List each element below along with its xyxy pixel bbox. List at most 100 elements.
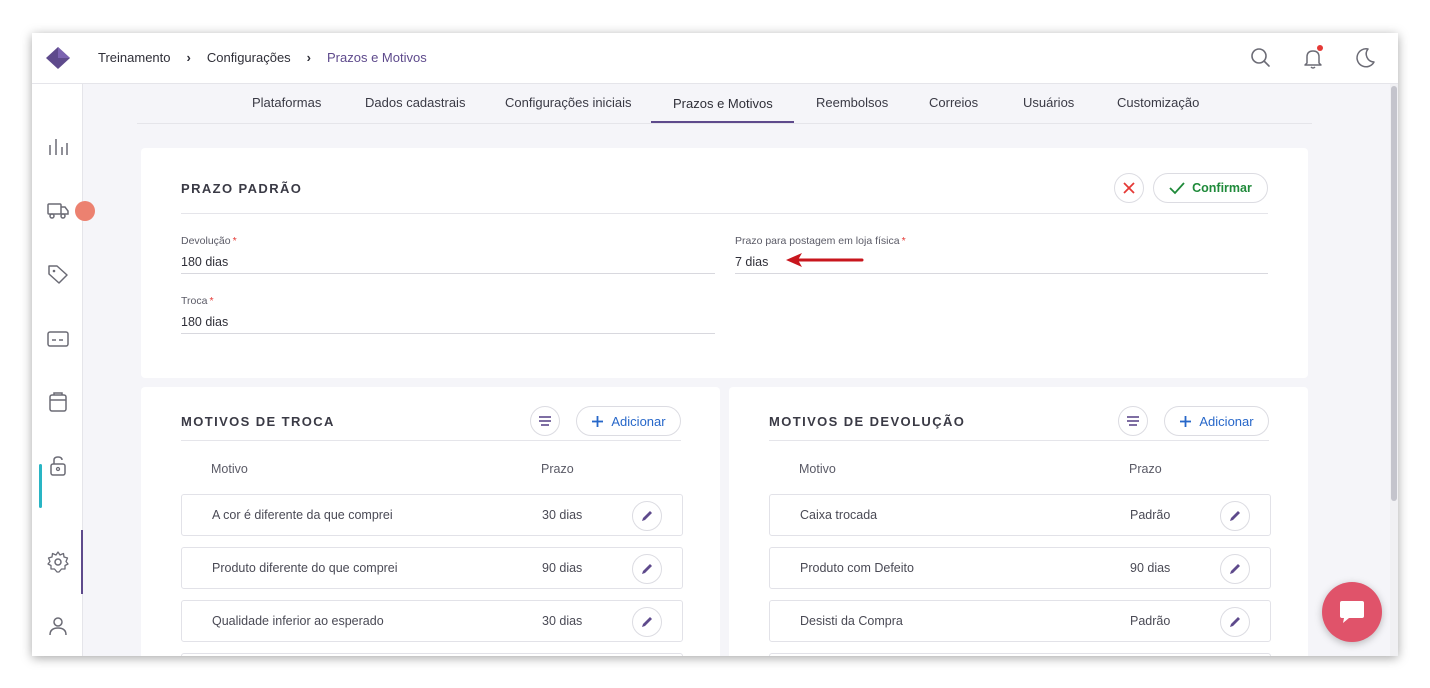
search-icon[interactable] (1248, 45, 1274, 71)
scrollbar[interactable] (1390, 84, 1398, 656)
column-header-prazo: Prazo (1129, 462, 1162, 476)
chat-button[interactable] (1322, 582, 1382, 642)
add-label: Adicionar (611, 413, 666, 429)
loja-fisica-label: Prazo para postagem em loja física * (735, 235, 906, 247)
row-motivo: Qualidade inferior ao esperado (212, 614, 384, 628)
edit-button[interactable] (1220, 501, 1250, 531)
annotation-arrow-icon (786, 253, 864, 267)
chart-icon[interactable] (46, 135, 70, 159)
top-bar: Treinamento › Configurações › Prazos e M… (32, 33, 1398, 84)
table-row: Produto diferente do que comprei 90 dias (181, 547, 683, 589)
sidebar-active-indicator (39, 464, 42, 508)
add-devolucao-button[interactable]: Adicionar (1164, 406, 1269, 436)
table-row: Caixa trocada Padrão (769, 494, 1271, 536)
breadcrumb-item-current: Prazos e Motivos (327, 50, 427, 65)
scrollbar-thumb[interactable] (1391, 86, 1397, 501)
motivos-troca-card: MOTIVOS DE TROCA Adicionar Motivo Prazo … (141, 387, 720, 656)
active-tab-underline (651, 121, 794, 123)
pencil-icon (642, 617, 652, 627)
loja-fisica-underline (735, 273, 1268, 274)
bell-icon[interactable] (1300, 45, 1326, 71)
breadcrumb-item-treinamento[interactable]: Treinamento (98, 50, 171, 65)
tab-correios[interactable]: Correios (929, 95, 978, 110)
row-prazo: 90 dias (542, 561, 583, 575)
column-header-motivo: Motivo (799, 462, 836, 476)
troca-underline (181, 333, 715, 334)
box-icon[interactable] (46, 390, 70, 414)
divider (769, 440, 1269, 441)
row-prazo: 90 dias (1130, 561, 1171, 575)
tab-reembolsos[interactable]: Reembolsos (816, 95, 888, 110)
pencil-icon (1230, 511, 1240, 521)
tab-dados-cadastrais[interactable]: Dados cadastrais (365, 95, 465, 110)
card-icon[interactable] (46, 327, 70, 351)
motivos-devolucao-card: MOTIVOS DE DEVOLUÇÃO Adicionar Motivo Pr… (729, 387, 1308, 656)
table-row (181, 653, 683, 656)
table-row: Produto com Defeito 90 dias (769, 547, 1271, 589)
pencil-icon (1230, 617, 1240, 627)
divider (181, 440, 681, 441)
moon-icon[interactable] (1352, 45, 1378, 71)
edit-button[interactable] (1220, 607, 1250, 637)
devolucao-underline (181, 273, 715, 274)
row-prazo: 30 dias (542, 508, 583, 522)
tab-customizacao[interactable]: Customização (1117, 95, 1199, 110)
sidebar (32, 84, 83, 656)
row-motivo: Desisti da Compra (800, 614, 903, 628)
breadcrumb-item-configuracoes[interactable]: Configurações (207, 50, 291, 65)
reorder-button[interactable] (530, 406, 560, 436)
column-header-motivo: Motivo (211, 462, 248, 476)
check-icon (1169, 182, 1185, 195)
table-row (769, 653, 1271, 656)
tag-icon[interactable] (46, 262, 70, 286)
devolucao-field[interactable]: 180 dias (181, 255, 228, 269)
user-icon[interactable] (46, 614, 70, 638)
tab-prazos-e-motivos[interactable]: Prazos e Motivos (673, 96, 773, 111)
devolucao-label: Devolução * (181, 235, 237, 247)
pencil-icon (642, 511, 652, 521)
notification-badge (75, 201, 95, 221)
edit-button[interactable] (632, 554, 662, 584)
app-logo-icon[interactable] (46, 47, 70, 69)
table-row: A cor é diferente da que comprei 30 dias (181, 494, 683, 536)
edit-button[interactable] (632, 501, 662, 531)
troca-label: Troca * (181, 295, 214, 307)
row-motivo: A cor é diferente da que comprei (212, 508, 393, 522)
add-troca-button[interactable]: Adicionar (576, 406, 681, 436)
pencil-icon (642, 564, 652, 574)
breadcrumb: Treinamento › Configurações › Prazos e M… (98, 50, 427, 65)
divider (181, 213, 1268, 214)
plus-icon (592, 415, 604, 427)
settings-tabs: Plataformas Dados cadastrais Configuraçõ… (137, 84, 1312, 124)
lock-icon[interactable] (46, 454, 70, 478)
chat-bubble-icon (1340, 601, 1364, 623)
loja-fisica-field[interactable]: 7 dias (735, 255, 768, 269)
prazo-padrao-card: PRAZO PADRÃO Confirmar Devolução * 180 di… (141, 148, 1308, 378)
app-window: Treinamento › Configurações › Prazos e M… (32, 33, 1398, 656)
edit-button[interactable] (1220, 554, 1250, 584)
motivos-devolucao-title: MOTIVOS DE DEVOLUÇÃO (769, 414, 966, 429)
breadcrumb-chevron-icon: › (186, 50, 191, 65)
sidebar-selected-indicator (81, 530, 83, 594)
plus-icon (1180, 415, 1192, 427)
truck-icon[interactable] (46, 198, 70, 222)
row-prazo: 30 dias (542, 614, 583, 628)
column-header-prazo: Prazo (541, 462, 574, 476)
notification-dot (1317, 45, 1323, 51)
confirm-button[interactable]: Confirmar (1153, 173, 1268, 203)
edit-button[interactable] (632, 607, 662, 637)
tab-plataformas[interactable]: Plataformas (252, 95, 321, 110)
close-icon (1123, 182, 1135, 194)
row-motivo: Produto com Defeito (800, 561, 914, 575)
breadcrumb-chevron-icon: › (306, 50, 312, 65)
troca-field[interactable]: 180 dias (181, 315, 228, 329)
gear-icon[interactable] (46, 550, 70, 574)
row-prazo: Padrão (1130, 614, 1171, 628)
cancel-button[interactable] (1114, 173, 1144, 203)
row-motivo: Produto diferente do que comprei (212, 561, 398, 575)
tab-usuarios[interactable]: Usuários (1023, 95, 1074, 110)
table-row: Qualidade inferior ao esperado 30 dias (181, 600, 683, 642)
tab-configuracoes-iniciais[interactable]: Configurações iniciais (505, 95, 631, 110)
prazo-padrao-title: PRAZO PADRÃO (181, 181, 303, 196)
reorder-button[interactable] (1118, 406, 1148, 436)
